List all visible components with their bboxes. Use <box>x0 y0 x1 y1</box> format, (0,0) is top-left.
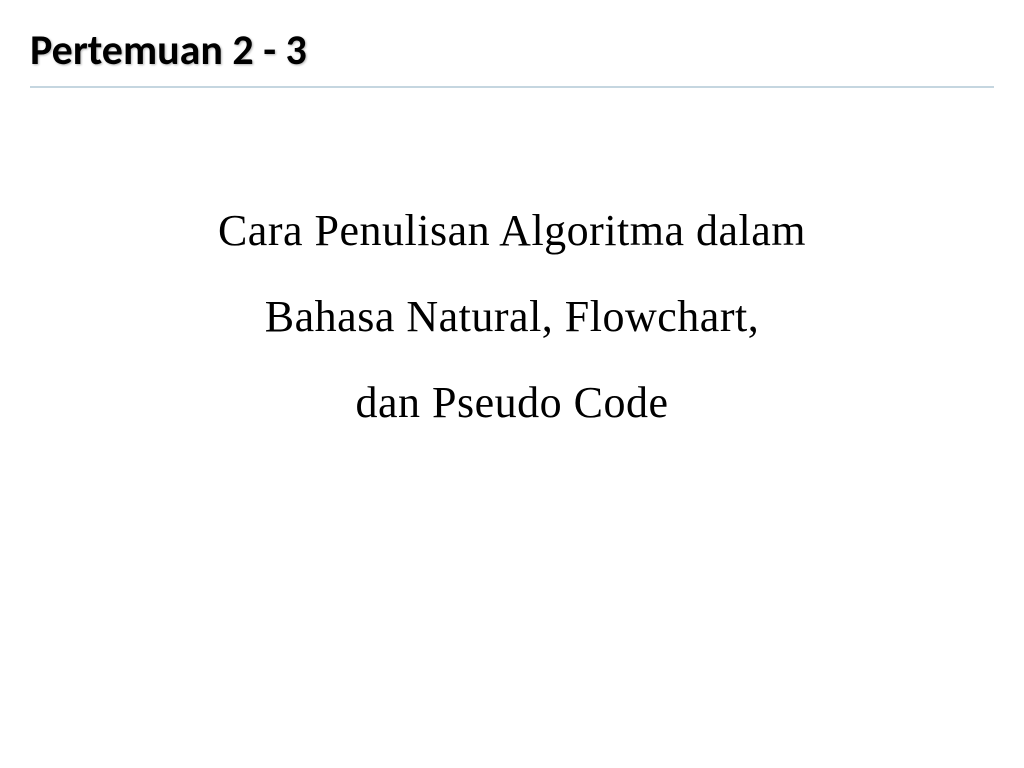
body-line-2: Bahasa Natural, Flowchart, <box>30 274 994 360</box>
slide-content: Cara Penulisan Algoritma dalam Bahasa Na… <box>30 188 994 445</box>
body-line-1: Cara Penulisan Algoritma dalam <box>30 188 994 274</box>
body-line-3: dan Pseudo Code <box>30 360 994 446</box>
slide-title: Pertemuan 2 - 3 <box>30 25 994 88</box>
slide-container: Pertemuan 2 - 3 Cara Penulisan Algoritma… <box>0 0 1024 768</box>
